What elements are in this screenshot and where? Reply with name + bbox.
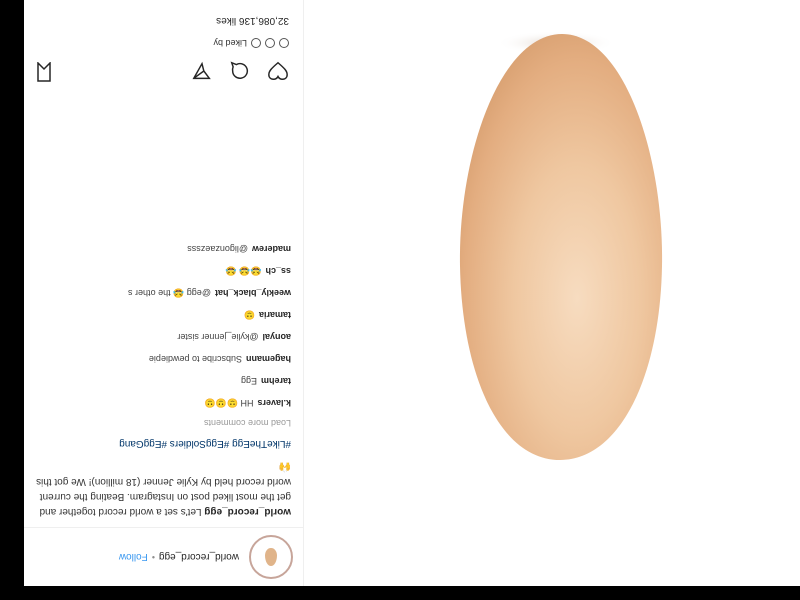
post-header: world_record_egg • Follow — [24, 527, 303, 586]
follow-button[interactable]: Follow — [119, 552, 148, 563]
egg-shape — [459, 34, 663, 460]
post-caption: world_record_egg Let's set a world recor… — [24, 459, 303, 527]
post-photo[interactable] — [304, 0, 800, 586]
header-dot: • — [151, 552, 155, 562]
comment-username[interactable]: tarehm — [261, 376, 291, 386]
load-more-comments[interactable]: Load more comments — [24, 414, 303, 436]
comment-username[interactable]: hagemann — [246, 354, 291, 364]
comment-item: k.laversHH 🙂🙂🙂 — [24, 392, 303, 414]
instagram-post-rotated: world_record_egg • Follow world_record_e… — [24, 0, 800, 586]
comment-username[interactable]: ss_ch — [265, 266, 291, 276]
comment-username[interactable]: k.lavers — [257, 398, 291, 408]
profile-avatar[interactable] — [249, 535, 293, 579]
liker-avatar[interactable] — [265, 38, 275, 48]
comment-text: @egg 😂 the other s — [128, 288, 211, 298]
comment-icon[interactable] — [229, 60, 251, 82]
liked-by-row: Liked by — [213, 38, 289, 48]
comment-panel: world_record_egg • Follow world_record_e… — [24, 0, 304, 586]
comment-text: HH 🙂🙂🙂 — [204, 398, 254, 408]
comment-text: 😂😂 😂 — [225, 266, 262, 276]
comment-text: 🙂 — [243, 310, 255, 320]
comment-text: @ligonzaezsss — [187, 244, 248, 254]
likes-count[interactable]: 32,086,136 likes — [216, 15, 289, 26]
header-username[interactable]: world_record_egg — [159, 552, 239, 563]
heart-icon[interactable] — [267, 60, 289, 82]
comment-item: maderew @ligonzaezsss — [24, 238, 303, 260]
caption-emoji: 🙌 — [278, 461, 291, 472]
comment-item: weekly_black_hat @egg 😂 the other s — [24, 282, 303, 304]
liker-avatar[interactable] — [251, 38, 261, 48]
comment-username[interactable]: aonyal — [262, 332, 291, 342]
comment-username[interactable]: tamaria — [259, 310, 291, 320]
comment-item: hagemann Subscribe to pewdiepie — [24, 348, 303, 370]
comment-item: tamaria 🙂 — [24, 304, 303, 326]
comment-item: aonyal@kylie_jenner sister — [24, 326, 303, 348]
caption-hashtags[interactable]: #LikeTheEgg #EggSoldiers #EggGang — [24, 436, 303, 459]
comment-text: Egg — [240, 376, 257, 386]
bookmark-icon[interactable] — [37, 62, 51, 82]
comment-item: tarehm Egg — [24, 370, 303, 392]
comment-item: ss_ch😂😂 😂 — [24, 260, 303, 282]
comment-text: Subscribe to pewdiepie — [148, 354, 242, 364]
liked-by-label: Liked by — [213, 38, 247, 48]
egg-image — [459, 31, 663, 460]
comment-username[interactable]: weekly_black_hat — [215, 288, 291, 298]
comment-text: @kylie_jenner sister — [177, 332, 259, 342]
comment-username[interactable]: maderew — [252, 244, 291, 254]
liker-avatar[interactable] — [279, 38, 289, 48]
share-icon[interactable] — [191, 60, 213, 82]
screenshot-stage: world_record_egg • Follow world_record_e… — [0, 0, 800, 600]
egg-avatar-icon — [265, 548, 277, 566]
action-bar — [191, 60, 289, 82]
caption-username[interactable]: world_record_egg — [204, 506, 291, 517]
